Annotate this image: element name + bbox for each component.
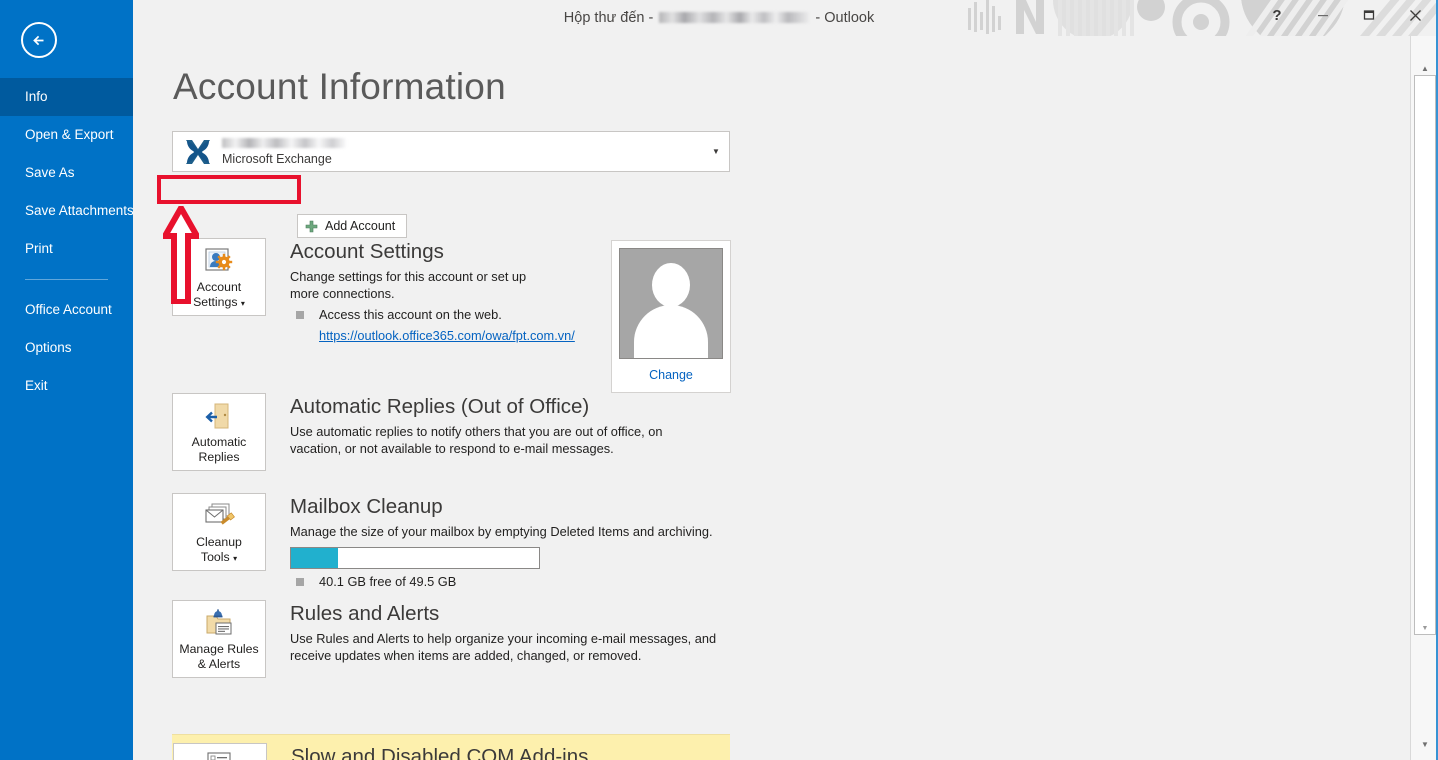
bullet-square-icon [296,578,304,586]
window-controls: ? [1254,0,1438,36]
label-line-2: Replies [198,450,239,464]
slow-disabled-com-addins-banner: Manage COM Add-ins Slow and Disabled COM… [172,734,730,760]
rules-and-alerts-heading: Rules and Alerts [290,602,730,626]
account-type-label: Microsoft Exchange [222,152,703,166]
minimize-icon[interactable] [1300,0,1346,30]
sidebar-item-save-attachments[interactable]: Save Attachments [0,192,133,230]
window-title-prefix: Hộp thư đến - [564,10,658,26]
sidebar-divider [25,279,108,280]
vertical-scrollbar[interactable]: ▲ ▼ ▼ [1410,36,1438,760]
owa-link[interactable]: https://outlook.office365.com/owa/fpt.co… [319,328,575,343]
section-mailbox-cleanup: Cleanup Tools ▾ Mailbox Cleanup Manage t… [172,493,713,590]
window-title-redacted-account [659,12,809,23]
label-line-2: Settings [193,295,237,309]
person-placeholder-icon [619,248,723,359]
section-rules-and-alerts: Manage Rules & Alerts Rules and Alerts U… [172,600,730,678]
sidebar-item-exit[interactable]: Exit [0,367,133,405]
sidebar-item-save-as[interactable]: Save As [0,154,133,192]
cleanup-tools-button-label: Cleanup Tools ▾ [196,535,242,566]
mailbox-quota-status: 40.1 GB free of 49.5 GB [319,573,456,590]
label-line-1: Manage Rules [179,642,258,656]
avatar-head [652,263,690,307]
section-automatic-replies: Automatic Replies Automatic Replies (Out… [172,393,714,471]
sidebar-item-office-account[interactable]: Office Account [0,291,133,329]
label-line-1: Account [197,280,241,294]
chevron-down-icon[interactable]: ▼ [703,147,729,156]
sidebar-item-options[interactable]: Options [0,329,133,367]
account-settings-bullet-text: Access this account on the web. [319,306,502,323]
manage-com-addins-button[interactable]: Manage COM Add-ins [173,743,267,760]
add-account-label: Add Account [325,219,395,233]
account-information-pane: Account Information Microsoft Exchange ▼ [133,36,1410,760]
outlook-backstage-window: Hộp thư đến - - Outlook ? Info Open & Ex… [0,0,1438,760]
mailbox-quota-row: 40.1 GB free of 49.5 GB [290,573,713,590]
sidebar-item-info[interactable]: Info [0,78,133,116]
automatic-replies-heading: Automatic Replies (Out of Office) [290,395,714,419]
mailbox-quota-fill [291,548,338,568]
account-selector-combobox[interactable]: Microsoft Exchange ▼ [172,131,730,172]
title-bar: Hộp thư đến - - Outlook ? [0,0,1438,36]
label-line-2: Tools [201,550,230,564]
mailbox-quota-bar [290,547,540,569]
user-photo-box: Change [611,240,731,393]
label-line-1: Cleanup [196,535,242,549]
help-icon[interactable]: ? [1254,0,1300,30]
mailbox-cleanup-body: Mailbox Cleanup Manage the size of your … [290,493,713,590]
cleanup-tools-button[interactable]: Cleanup Tools ▾ [172,493,266,571]
exchange-icon [178,132,218,172]
window-title-suffix: - Outlook [811,10,874,26]
scrollbar-thumb-caret: ▼ [1415,625,1435,632]
add-account-button[interactable]: Add Account [297,214,407,238]
plus-icon [305,220,318,233]
account-settings-icon [203,245,235,277]
dropdown-caret-icon[interactable]: ▾ [241,299,245,308]
account-settings-heading: Account Settings [290,240,575,264]
dropdown-caret-icon[interactable]: ▾ [233,554,237,563]
scrollbar-thumb[interactable]: ▼ [1414,75,1436,635]
avatar-body [634,305,708,359]
automatic-replies-button-label: Automatic Replies [192,435,247,465]
account-settings-body: Account Settings Change settings for thi… [290,238,575,343]
account-settings-button-label: Account Settings ▾ [193,280,245,311]
banner-inner: Manage COM Add-ins Slow and Disabled COM… [172,735,730,760]
add-account-wrapper: Add Account [297,214,407,238]
scroll-down-button[interactable]: ▼ [1411,734,1438,754]
rules-and-alerts-icon [203,607,235,639]
back-arrow-icon[interactable] [21,22,57,58]
cleanup-tools-icon [203,500,235,532]
manage-com-addins-icon [204,750,236,760]
banner-heading: Slow and Disabled COM Add-ins [291,745,661,760]
window-title: Hộp thư đến - - Outlook [0,0,1438,36]
bullet-square-icon [296,311,304,319]
manage-rules-alerts-button-label: Manage Rules & Alerts [179,642,258,672]
account-settings-bullet-row: Access this account on the web. [290,306,575,323]
rules-and-alerts-description: Use Rules and Alerts to help organize yo… [290,630,730,664]
automatic-replies-description: Use automatic replies to notify others t… [290,423,714,457]
change-photo-link[interactable]: Change [649,368,693,382]
close-icon[interactable] [1392,0,1438,30]
automatic-replies-icon [203,400,235,432]
automatic-replies-body: Automatic Replies (Out of Office) Use au… [290,393,714,471]
page-title: Account Information [173,66,506,108]
mailbox-cleanup-description: Manage the size of your mailbox by empty… [290,523,713,540]
banner-body: Slow and Disabled COM Add-ins Manage COM… [291,743,661,760]
account-name-redacted [222,138,346,148]
sidebar-item-open-export[interactable]: Open & Export [0,116,133,154]
sidebar-nav: Info Open & Export Save As Save Attachme… [0,78,133,405]
mailbox-cleanup-heading: Mailbox Cleanup [290,495,713,519]
backstage-sidebar: Info Open & Export Save As Save Attachme… [0,0,133,760]
automatic-replies-button[interactable]: Automatic Replies [172,393,266,471]
manage-rules-alerts-button[interactable]: Manage Rules & Alerts [172,600,266,678]
account-settings-description: Change settings for this account or set … [290,268,546,302]
section-account-settings: Account Settings ▾ Account Settings Chan… [172,238,575,343]
account-selector-text: Microsoft Exchange [218,138,703,166]
sidebar-item-print[interactable]: Print [0,230,133,268]
label-line-1: Automatic [192,435,247,449]
maximize-icon[interactable] [1346,0,1392,30]
label-line-2: & Alerts [198,657,240,671]
account-settings-button[interactable]: Account Settings ▾ [172,238,266,316]
rules-and-alerts-body: Rules and Alerts Use Rules and Alerts to… [290,600,730,678]
